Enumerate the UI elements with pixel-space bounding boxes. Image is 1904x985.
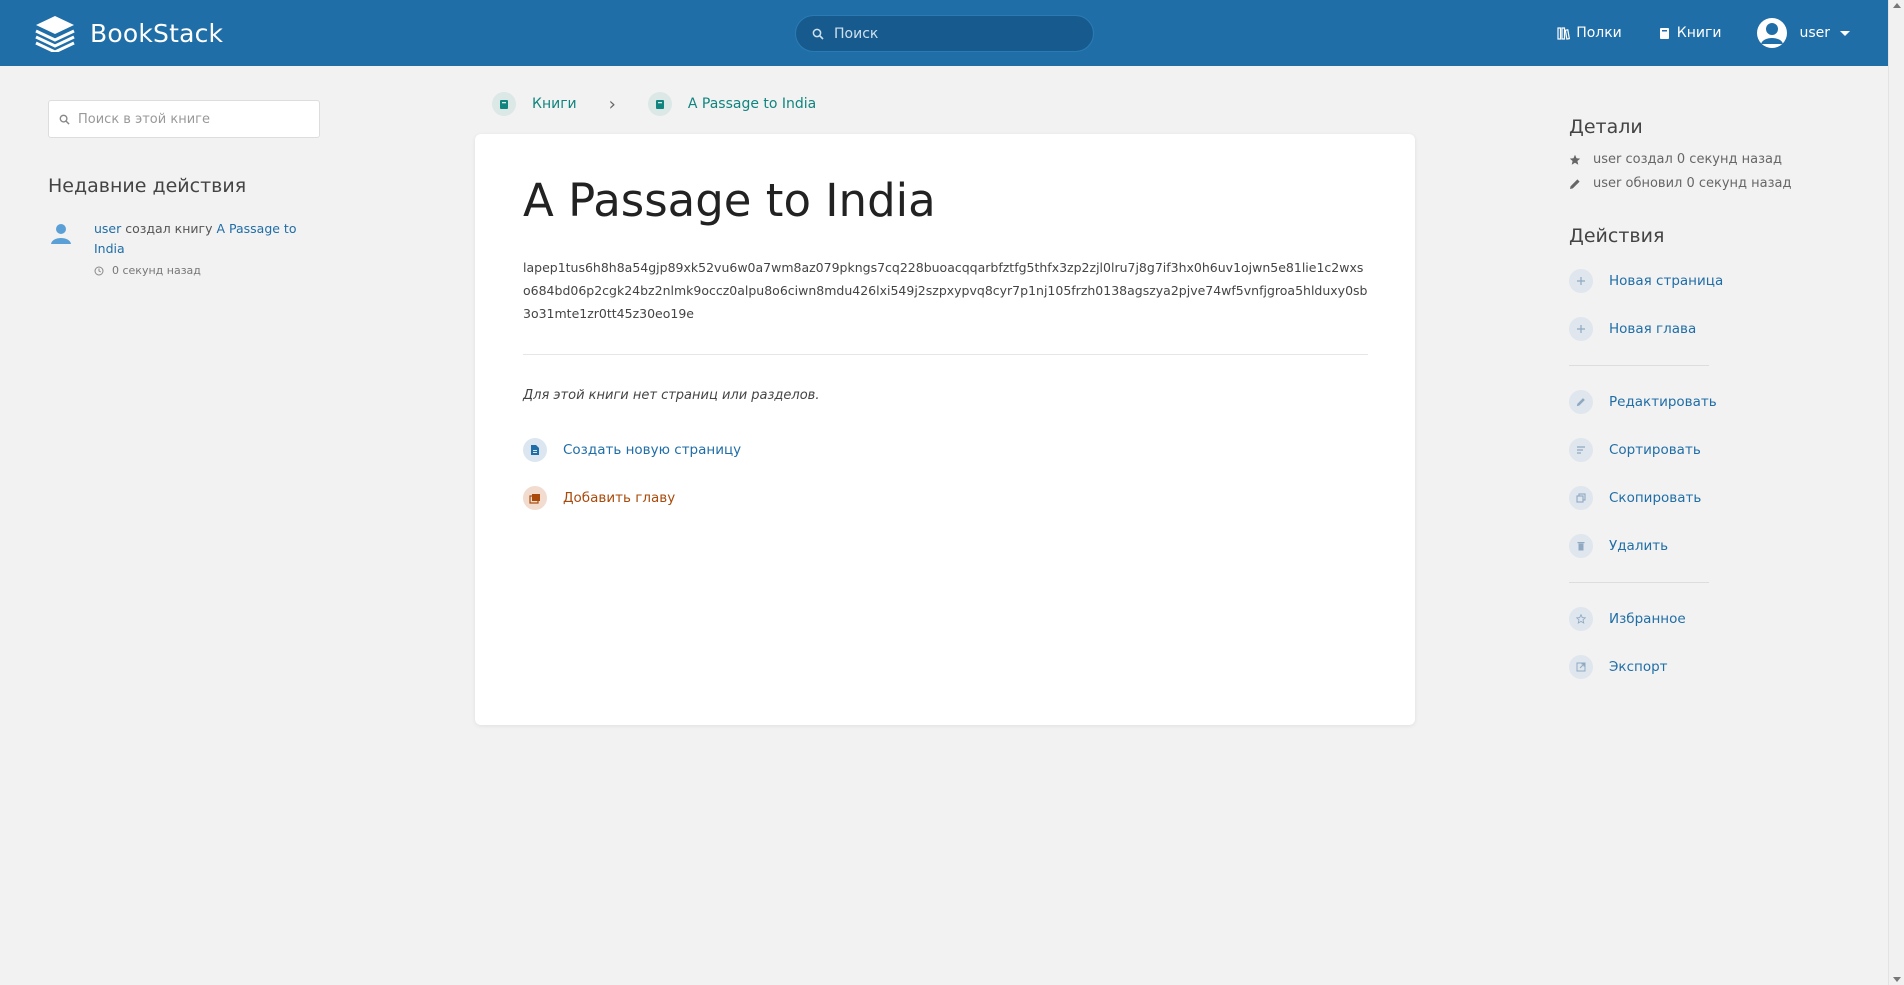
- edit-button[interactable]: Редактировать: [1569, 378, 1829, 426]
- detail-created: user создал 0 секунд назад: [1569, 152, 1829, 167]
- book-content-card: A Passage to India lapep1tus6h8h8a54gjp8…: [475, 134, 1415, 725]
- new-page-button[interactable]: Новая страница: [1569, 257, 1829, 305]
- plus-icon: [1569, 317, 1593, 341]
- book-icon: [647, 92, 672, 116]
- top-header: BookStack Полки Книги: [0, 0, 1888, 66]
- user-menu[interactable]: user: [1757, 18, 1850, 48]
- right-sidebar: Детали user создал 0 секунд назад user о…: [1569, 116, 1829, 691]
- app-name: BookStack: [90, 18, 224, 48]
- left-sidebar: Недавние действия user создал книгу A Pa…: [48, 100, 320, 281]
- activity-time-text: 0 секунд назад: [112, 264, 201, 277]
- global-search-input[interactable]: [834, 25, 1074, 42]
- nav-books[interactable]: Книги: [1658, 25, 1722, 41]
- detail-updated-text: user обновил 0 секунд назад: [1593, 176, 1792, 191]
- detail-created-text: user создал 0 секунд назад: [1593, 152, 1782, 167]
- new-page-label: Новая страница: [1609, 273, 1724, 289]
- actions-divider: [1569, 365, 1709, 366]
- sort-button[interactable]: Сортировать: [1569, 426, 1829, 474]
- pencil-icon: [1569, 390, 1593, 414]
- shelves-icon: [1557, 26, 1571, 40]
- bookstack-logo-icon: [35, 16, 75, 52]
- user-avatar-icon: [1761, 23, 1784, 44]
- copy-icon: [1569, 486, 1593, 510]
- user-name: user: [1799, 25, 1830, 41]
- activity-user-link[interactable]: user: [94, 221, 121, 236]
- page-title: A Passage to India: [523, 174, 936, 227]
- search-icon: [59, 114, 70, 125]
- nav-shelves[interactable]: Полки: [1557, 25, 1622, 41]
- chevron-down-icon: [1840, 30, 1850, 36]
- page-scrollbar[interactable]: [1888, 0, 1904, 985]
- star-outline-icon: [1569, 607, 1593, 631]
- export-icon: [1569, 655, 1593, 679]
- sort-icon: [1569, 438, 1593, 462]
- breadcrumb-separator: ›: [608, 93, 616, 115]
- export-label: Экспорт: [1609, 659, 1668, 675]
- plus-icon: [1569, 269, 1593, 293]
- nav-books-label: Книги: [1676, 25, 1722, 41]
- books-icon: [492, 92, 516, 116]
- copy-button[interactable]: Скопировать: [1569, 474, 1829, 522]
- details-title: Детали: [1569, 116, 1643, 138]
- clock-icon: [94, 266, 104, 276]
- breadcrumb-books[interactable]: Книги: [492, 92, 577, 116]
- chapter-icon: [523, 486, 547, 510]
- favourite-button[interactable]: Избранное: [1569, 595, 1829, 643]
- books-icon: [1659, 27, 1669, 39]
- trash-icon: [1569, 534, 1593, 558]
- actions-list: Новая страница Новая глава Редактировать…: [1569, 257, 1829, 691]
- favourite-label: Избранное: [1609, 611, 1686, 627]
- global-search[interactable]: [795, 15, 1094, 52]
- actions-title: Действия: [1569, 225, 1665, 247]
- breadcrumb-book-label: A Passage to India: [687, 96, 817, 112]
- book-search[interactable]: [48, 100, 320, 138]
- user-icon: [51, 224, 71, 244]
- scroll-down-icon[interactable]: [1893, 977, 1901, 982]
- pencil-icon: [1570, 178, 1580, 189]
- nav-shelves-label: Полки: [1576, 25, 1622, 41]
- detail-updated: user обновил 0 секунд назад: [1569, 176, 1829, 191]
- copy-label: Скопировать: [1609, 490, 1702, 506]
- create-page-label: Создать новую страницу: [563, 442, 742, 458]
- star-icon: [1569, 154, 1581, 165]
- edit-label: Редактировать: [1609, 394, 1717, 410]
- activity-action: создал книгу: [125, 221, 213, 236]
- divider: [523, 354, 1368, 355]
- sort-label: Сортировать: [1609, 442, 1701, 458]
- header-nav: Полки Книги user: [1557, 0, 1850, 66]
- breadcrumb: Книги › A Passage to India: [492, 92, 816, 116]
- export-button[interactable]: Экспорт: [1569, 643, 1829, 691]
- new-chapter-button[interactable]: Новая глава: [1569, 305, 1829, 353]
- activity-time: 0 секунд назад: [94, 261, 320, 281]
- add-chapter-label: Добавить главу: [563, 490, 676, 506]
- breadcrumb-books-label: Книги: [532, 96, 577, 112]
- new-chapter-label: Новая глава: [1609, 321, 1697, 337]
- add-chapter-link[interactable]: Добавить главу: [523, 486, 675, 510]
- activity-avatar: [48, 221, 74, 281]
- book-description: lapep1tus6h8h8a54gjp89xk52vu6w0a7wm8az07…: [523, 260, 1368, 321]
- actions-divider: [1569, 582, 1709, 583]
- page-icon: [523, 438, 547, 462]
- activity-body: user создал книгу A Passage to India 0 с…: [94, 219, 320, 281]
- avatar: [1757, 18, 1788, 48]
- app-logo[interactable]: BookStack: [34, 14, 223, 52]
- delete-label: Удалить: [1609, 538, 1669, 554]
- breadcrumb-book[interactable]: A Passage to India: [647, 92, 817, 116]
- create-page-link[interactable]: Создать новую страницу: [523, 438, 741, 462]
- scroll-up-icon[interactable]: [1893, 3, 1901, 8]
- delete-button[interactable]: Удалить: [1569, 522, 1829, 570]
- search-icon: [812, 28, 824, 40]
- recent-activity-title: Недавние действия: [48, 175, 247, 197]
- activity-item: user создал книгу A Passage to India 0 с…: [48, 219, 320, 281]
- empty-state-text: Для этой книги нет страниц или разделов.: [523, 388, 820, 403]
- book-search-input[interactable]: [78, 111, 308, 127]
